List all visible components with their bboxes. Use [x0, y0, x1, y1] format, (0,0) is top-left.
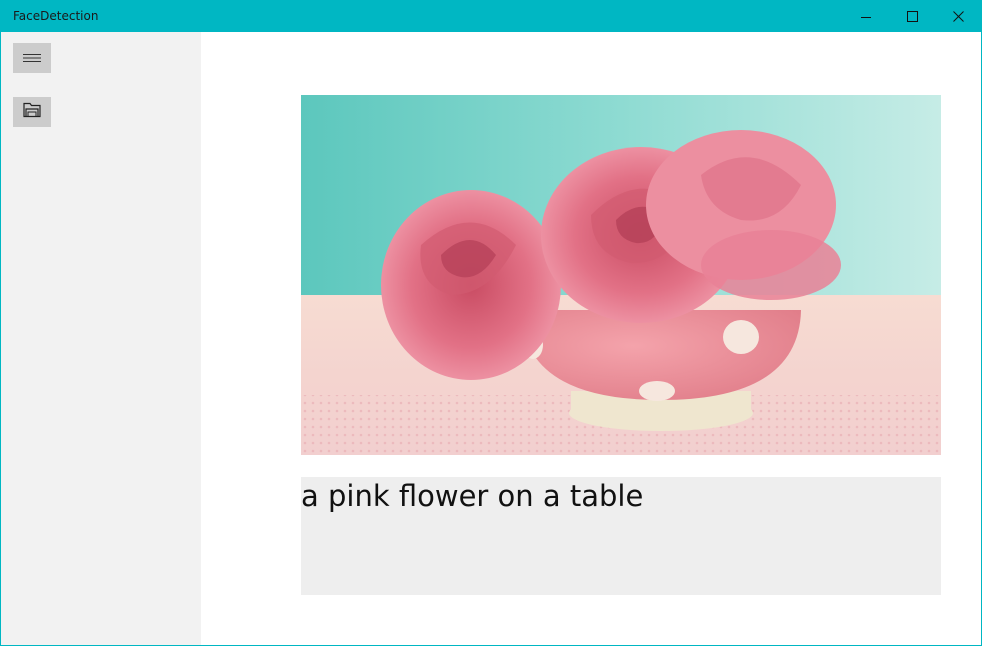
app-window: FaceDetection a pink flower on a table: [0, 0, 982, 646]
title-bar[interactable]: FaceDetection: [1, 1, 981, 32]
hamburger-menu-button[interactable]: [13, 43, 51, 73]
image-caption: a pink flower on a table: [301, 479, 644, 513]
maximize-button[interactable]: [889, 1, 935, 32]
close-icon: [952, 11, 964, 22]
open-photo-button[interactable]: [13, 97, 51, 127]
hamburger-menu-icon: [23, 49, 41, 68]
open-photo-icon: [23, 102, 41, 122]
sidebar: [1, 32, 201, 645]
flower-photo: [301, 95, 941, 455]
maximize-icon: [906, 11, 918, 22]
minimize-button[interactable]: [843, 1, 889, 32]
caption-box: a pink flower on a table: [301, 477, 941, 595]
close-button[interactable]: [935, 1, 981, 32]
main-content: a pink flower on a table: [201, 32, 981, 645]
app-title: FaceDetection: [13, 9, 99, 23]
minimize-icon: [861, 12, 871, 22]
